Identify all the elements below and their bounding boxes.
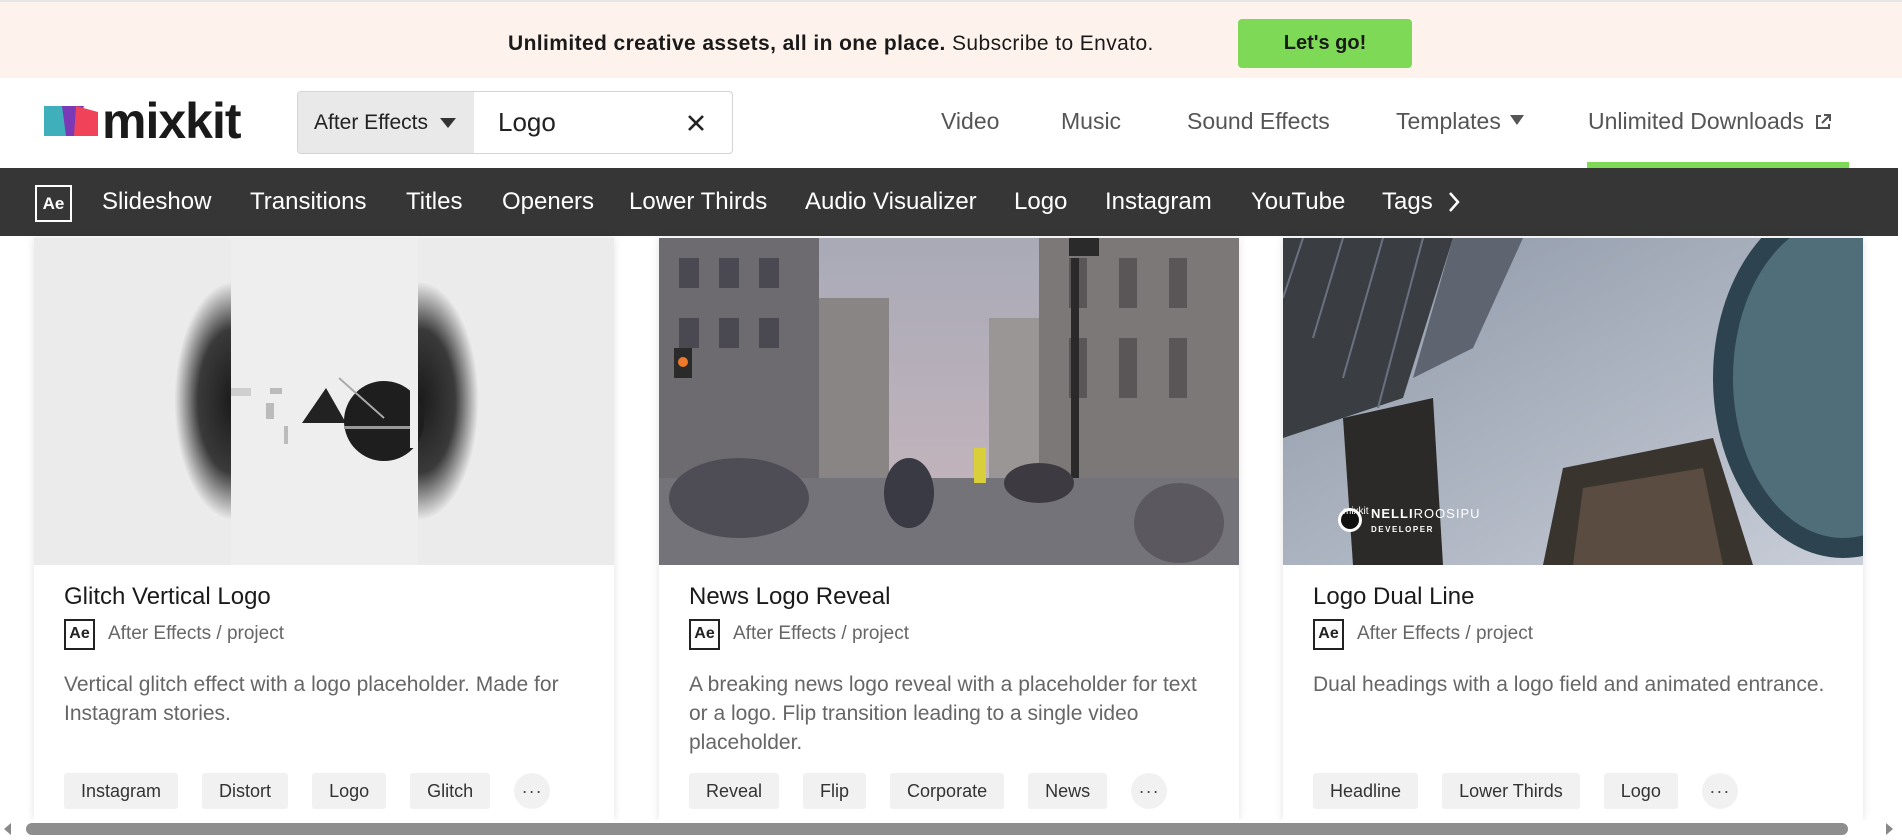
card-tags: Headline Lower Thirds Logo ··· <box>1313 773 1738 809</box>
category-audio-visualizer[interactable]: Audio Visualizer <box>805 188 977 216</box>
tag-glitch[interactable]: Glitch <box>410 773 491 809</box>
city-street-preview-image <box>659 238 1239 565</box>
skyscrapers-preview-image <box>1283 238 1863 565</box>
category-bar: Ae Slideshow Transitions Titles Openers … <box>0 168 1898 236</box>
card-description: A breaking news logo reveal with a place… <box>689 673 1197 754</box>
after-effects-icon: Ae <box>689 618 720 650</box>
card-title[interactable]: Glitch Vertical Logo <box>64 583 271 611</box>
category-lower-thirds[interactable]: Lower Thirds <box>629 188 767 216</box>
nav-sound-effects[interactable]: Sound Effects <box>1187 108 1330 135</box>
promo-text: Unlimited creative assets, all in one pl… <box>508 32 1154 56</box>
tag-lower-thirds[interactable]: Lower Thirds <box>1442 773 1580 809</box>
thumb-overlay-name-bold: NELLI <box>1371 506 1414 521</box>
glitch-logo-preview-image <box>34 238 614 565</box>
promo-banner: Unlimited creative assets, all in one pl… <box>0 0 1902 78</box>
site-header: mixkit After Effects Video Music Sound E… <box>0 78 1902 168</box>
card-meta: Ae After Effects / project <box>1313 618 1533 650</box>
mixkit-logo-mark-icon <box>44 106 98 136</box>
nav-templates[interactable]: Templates <box>1396 108 1524 135</box>
card-tags: Reveal Flip Corporate News ··· <box>689 773 1168 809</box>
category-youtube[interactable]: YouTube <box>1251 188 1345 216</box>
caret-down-icon <box>440 117 456 128</box>
template-card: News Logo Reveal Ae After Effects / proj… <box>659 238 1239 820</box>
thumb-overlay-name: NELLIROOSIPU <box>1371 506 1481 521</box>
nav-templates-label: Templates <box>1396 108 1501 134</box>
logo-wordmark: mixkit <box>102 93 242 149</box>
promo-bold-text: Unlimited creative assets, all in one pl… <box>508 32 946 55</box>
category-logo[interactable]: Logo <box>1014 188 1067 216</box>
search-category-select[interactable]: After Effects <box>298 92 474 153</box>
after-effects-icon: Ae <box>64 618 95 650</box>
thumb-overlay-role: DEVELOPER <box>1371 525 1434 534</box>
card-title[interactable]: News Logo Reveal <box>689 583 890 611</box>
card-title[interactable]: Logo Dual Line <box>1313 583 1474 611</box>
tag-corporate[interactable]: Corporate <box>890 773 1005 809</box>
after-effects-badge: Ae <box>35 185 72 222</box>
mixkit-logo[interactable]: mixkit <box>44 93 254 149</box>
card-meta-text: After Effects / project <box>108 623 285 644</box>
category-slideshow[interactable]: Slideshow <box>102 188 211 216</box>
category-tags[interactable]: Tags <box>1382 188 1433 216</box>
card-thumbnail[interactable] <box>659 238 1239 565</box>
nav-music[interactable]: Music <box>1061 108 1121 135</box>
tag-distort[interactable]: Distort <box>202 773 289 809</box>
nav-video[interactable]: Video <box>941 108 999 135</box>
tag-reveal[interactable]: Reveal <box>689 773 780 809</box>
template-card: Glitch Vertical Logo Ae After Effects / … <box>34 238 614 820</box>
card-tags: Instagram Distort Logo Glitch ··· <box>64 773 551 809</box>
category-titles[interactable]: Titles <box>406 188 462 216</box>
after-effects-icon: Ae <box>1313 618 1344 650</box>
tag-logo[interactable]: Logo <box>312 773 387 809</box>
tag-flip[interactable]: Flip <box>803 773 867 809</box>
card-thumbnail[interactable]: mixkit NELLIROOSIPU DEVELOPER <box>1283 238 1863 565</box>
promo-subscribe-text: Subscribe to Envato. <box>945 32 1154 55</box>
lets-go-button[interactable]: Let's go! <box>1238 19 1412 68</box>
card-meta: Ae After Effects / project <box>64 618 284 650</box>
card-meta: Ae After Effects / project <box>689 618 909 650</box>
thumb-overlay-logo: mixkit <box>1343 506 1369 517</box>
scroll-left-arrow-icon[interactable] <box>4 823 11 835</box>
scrollbar-thumb[interactable] <box>26 823 1848 835</box>
template-card: mixkit NELLIROOSIPU DEVELOPER Logo Dual … <box>1283 238 1863 820</box>
category-transitions[interactable]: Transitions <box>250 188 366 216</box>
card-description: Dual headings with a logo field and anim… <box>1313 673 1825 696</box>
nav-unlimited-downloads[interactable]: Unlimited Downloads <box>1588 108 1832 135</box>
external-link-icon <box>1816 114 1832 129</box>
search-bar: After Effects <box>297 91 733 154</box>
scroll-right-arrow-icon[interactable] <box>1886 823 1893 835</box>
more-tags-button[interactable]: ··· <box>1701 773 1738 809</box>
horizontal-scrollbar[interactable] <box>0 820 1902 840</box>
card-meta-text: After Effects / project <box>1357 623 1534 644</box>
chevron-right-icon[interactable] <box>1446 190 1462 214</box>
search-input[interactable] <box>476 92 676 153</box>
more-tags-button[interactable]: ··· <box>514 773 551 809</box>
search-category-label: After Effects <box>314 110 428 134</box>
caret-down-icon <box>1509 115 1524 125</box>
card-thumbnail[interactable] <box>34 238 614 565</box>
close-icon[interactable] <box>678 105 714 141</box>
card-meta-text: After Effects / project <box>733 623 910 644</box>
card-description: Vertical glitch effect with a logo place… <box>64 673 559 725</box>
more-tags-button[interactable]: ··· <box>1131 773 1168 809</box>
category-openers[interactable]: Openers <box>502 188 594 216</box>
tag-logo[interactable]: Logo <box>1603 773 1678 809</box>
nav-unlimited-downloads-label: Unlimited Downloads <box>1588 108 1805 134</box>
thumb-overlay-name-light: ROOSIPU <box>1413 506 1481 521</box>
category-instagram[interactable]: Instagram <box>1105 188 1212 216</box>
tag-instagram[interactable]: Instagram <box>64 773 179 809</box>
tag-news[interactable]: News <box>1028 773 1108 809</box>
tag-headline[interactable]: Headline <box>1313 773 1419 809</box>
